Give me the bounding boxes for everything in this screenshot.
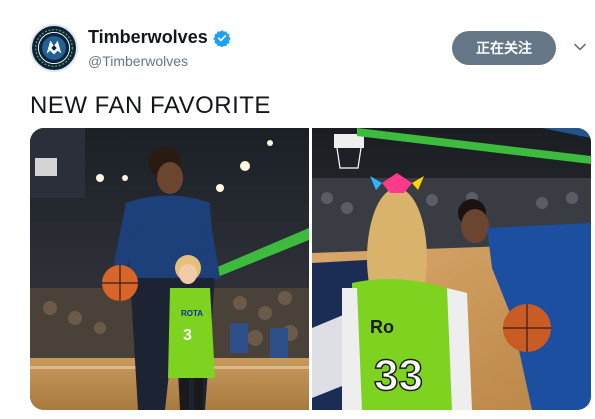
tweet-media[interactable]: ROTA 3 Ro 33 <box>30 128 591 410</box>
jersey-name-text: Ro <box>370 317 394 337</box>
timberwolves-logo-icon <box>33 27 75 69</box>
chevron-down-icon[interactable] <box>573 40 587 54</box>
photo-player-and-fan[interactable]: ROTA 3 <box>30 128 309 410</box>
following-button[interactable]: 正在关注 <box>452 31 556 65</box>
avatar[interactable] <box>30 24 78 72</box>
account-handle[interactable]: @Timberwolves <box>88 53 188 69</box>
jersey-number-text: 33 <box>374 351 423 400</box>
account-name-row[interactable]: Timberwolves <box>88 27 231 48</box>
jersey-name-text: ROTA <box>181 309 203 318</box>
verified-badge-icon <box>213 29 231 47</box>
display-name[interactable]: Timberwolves <box>88 27 208 48</box>
photo-fan-jersey-closeup[interactable]: Ro 33 <box>312 128 591 410</box>
jersey-number-text: 3 <box>183 327 192 344</box>
tweet-text: NEW FAN FAVORITE <box>30 92 271 119</box>
